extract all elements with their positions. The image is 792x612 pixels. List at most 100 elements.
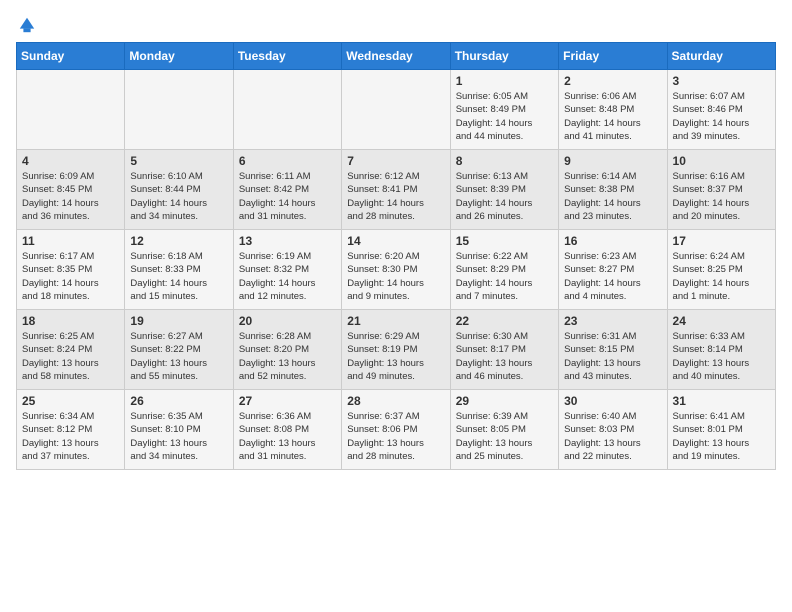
day-info: Sunrise: 6:37 AM Sunset: 8:06 PM Dayligh… [347,410,444,463]
day-number: 4 [22,154,119,168]
day-info: Sunrise: 6:18 AM Sunset: 8:33 PM Dayligh… [130,250,227,303]
day-number: 11 [22,234,119,248]
day-info: Sunrise: 6:40 AM Sunset: 8:03 PM Dayligh… [564,410,661,463]
day-info: Sunrise: 6:06 AM Sunset: 8:48 PM Dayligh… [564,90,661,143]
column-header-friday: Friday [559,43,667,70]
day-number: 15 [456,234,553,248]
day-number: 18 [22,314,119,328]
day-info: Sunrise: 6:23 AM Sunset: 8:27 PM Dayligh… [564,250,661,303]
day-info: Sunrise: 6:36 AM Sunset: 8:08 PM Dayligh… [239,410,336,463]
day-info: Sunrise: 6:17 AM Sunset: 8:35 PM Dayligh… [22,250,119,303]
day-info: Sunrise: 6:20 AM Sunset: 8:30 PM Dayligh… [347,250,444,303]
day-info: Sunrise: 6:05 AM Sunset: 8:49 PM Dayligh… [456,90,553,143]
calendar-cell: 22Sunrise: 6:30 AM Sunset: 8:17 PM Dayli… [450,310,558,390]
day-info: Sunrise: 6:30 AM Sunset: 8:17 PM Dayligh… [456,330,553,383]
day-number: 2 [564,74,661,88]
calendar-cell: 1 Sunrise: 6:05 AM Sunset: 8:49 PM Daylig… [450,70,558,150]
day-number: 13 [239,234,336,248]
calendar-week-row: 18 Sunrise: 6:25 AM Sunset: 8:24 PM Dayli… [17,310,776,390]
day-info: Sunrise: 6:19 AM Sunset: 8:32 PM Dayligh… [239,250,336,303]
calendar-cell: 11 Sunrise: 6:17 AM Sunset: 8:35 PM Dayli… [17,230,125,310]
calendar-header-row: SundayMondayTuesdayWednesdayThursdayFrid… [17,43,776,70]
column-header-wednesday: Wednesday [342,43,450,70]
day-info: Sunrise: 6:22 AM Sunset: 8:29 PM Dayligh… [456,250,553,303]
day-number: 29 [456,394,553,408]
column-header-saturday: Saturday [667,43,775,70]
column-header-tuesday: Tuesday [233,43,341,70]
day-number: 10 [673,154,770,168]
calendar-cell: 9Sunrise: 6:14 AM Sunset: 8:38 PM Daylig… [559,150,667,230]
day-info: Sunrise: 6:13 AM Sunset: 8:39 PM Dayligh… [456,170,553,223]
day-info: Sunrise: 6:41 AM Sunset: 8:01 PM Dayligh… [673,410,770,463]
column-header-monday: Monday [125,43,233,70]
day-info: Sunrise: 6:24 AM Sunset: 8:25 PM Dayligh… [673,250,770,303]
calendar-cell: 24Sunrise: 6:33 AM Sunset: 8:14 PM Dayli… [667,310,775,390]
day-number: 23 [564,314,661,328]
calendar-cell: 8 Sunrise: 6:13 AM Sunset: 8:39 PM Daylig… [450,150,558,230]
day-info: Sunrise: 6:07 AM Sunset: 8:46 PM Dayligh… [673,90,770,143]
calendar-cell: 27 Sunrise: 6:36 AM Sunset: 8:08 PM Dayli… [233,390,341,470]
day-number: 3 [673,74,770,88]
calendar-cell: 5 Sunrise: 6:10 AM Sunset: 8:44 PM Daylig… [125,150,233,230]
calendar-cell: 3 Sunrise: 6:07 AM Sunset: 8:46 PM Daylig… [667,70,775,150]
day-info: Sunrise: 6:11 AM Sunset: 8:42 PM Dayligh… [239,170,336,223]
day-number: 7 [347,154,444,168]
day-info: Sunrise: 6:34 AM Sunset: 8:12 PM Dayligh… [22,410,119,463]
day-info: Sunrise: 6:28 AM Sunset: 8:20 PM Dayligh… [239,330,336,383]
calendar-cell [125,70,233,150]
page-header [16,16,776,30]
day-number: 31 [673,394,770,408]
day-number: 14 [347,234,444,248]
day-info: Sunrise: 6:16 AM Sunset: 8:37 PM Dayligh… [673,170,770,223]
day-number: 21 [347,314,444,328]
calendar-cell: 18 Sunrise: 6:25 AM Sunset: 8:24 PM Dayli… [17,310,125,390]
calendar-cell: 23 Sunrise: 6:31 AM Sunset: 8:15 PM Dayli… [559,310,667,390]
logo-icon [18,16,36,34]
day-number: 28 [347,394,444,408]
calendar-cell: 7 Sunrise: 6:12 AM Sunset: 8:41 PM Daylig… [342,150,450,230]
day-number: 19 [130,314,227,328]
calendar-cell: 20 Sunrise: 6:28 AM Sunset: 8:20 PM Dayli… [233,310,341,390]
day-info: Sunrise: 6:31 AM Sunset: 8:15 PM Dayligh… [564,330,661,383]
calendar-cell: 15 Sunrise: 6:22 AM Sunset: 8:29 PM Dayli… [450,230,558,310]
calendar-week-row: 1 Sunrise: 6:05 AM Sunset: 8:49 PM Daylig… [17,70,776,150]
calendar-cell: 17 Sunrise: 6:24 AM Sunset: 8:25 PM Dayli… [667,230,775,310]
day-number: 27 [239,394,336,408]
day-info: Sunrise: 6:39 AM Sunset: 8:05 PM Dayligh… [456,410,553,463]
column-header-thursday: Thursday [450,43,558,70]
calendar-cell: 31 Sunrise: 6:41 AM Sunset: 8:01 PM Dayli… [667,390,775,470]
calendar-week-row: 11 Sunrise: 6:17 AM Sunset: 8:35 PM Dayli… [17,230,776,310]
day-number: 17 [673,234,770,248]
calendar-cell: 16 Sunrise: 6:23 AM Sunset: 8:27 PM Dayli… [559,230,667,310]
day-number: 30 [564,394,661,408]
calendar-cell: 12Sunrise: 6:18 AM Sunset: 8:33 PM Dayli… [125,230,233,310]
day-number: 26 [130,394,227,408]
day-number: 20 [239,314,336,328]
logo [16,16,36,30]
day-number: 1 [456,74,553,88]
day-info: Sunrise: 6:09 AM Sunset: 8:45 PM Dayligh… [22,170,119,223]
calendar-cell: 25Sunrise: 6:34 AM Sunset: 8:12 PM Dayli… [17,390,125,470]
calendar-cell: 29 Sunrise: 6:39 AM Sunset: 8:05 PM Dayli… [450,390,558,470]
calendar-cell: 28 Sunrise: 6:37 AM Sunset: 8:06 PM Dayli… [342,390,450,470]
calendar-cell: 21Sunrise: 6:29 AM Sunset: 8:19 PM Dayli… [342,310,450,390]
day-info: Sunrise: 6:10 AM Sunset: 8:44 PM Dayligh… [130,170,227,223]
calendar-cell: 4 Sunrise: 6:09 AM Sunset: 8:45 PM Daylig… [17,150,125,230]
day-info: Sunrise: 6:12 AM Sunset: 8:41 PM Dayligh… [347,170,444,223]
calendar-table: SundayMondayTuesdayWednesdayThursdayFrid… [16,42,776,470]
calendar-cell: 26 Sunrise: 6:35 AM Sunset: 8:10 PM Dayli… [125,390,233,470]
column-header-sunday: Sunday [17,43,125,70]
calendar-cell [17,70,125,150]
day-number: 16 [564,234,661,248]
day-info: Sunrise: 6:35 AM Sunset: 8:10 PM Dayligh… [130,410,227,463]
day-number: 6 [239,154,336,168]
day-number: 9 [564,154,661,168]
calendar-cell: 6 Sunrise: 6:11 AM Sunset: 8:42 PM Daylig… [233,150,341,230]
day-number: 8 [456,154,553,168]
calendar-cell: 19Sunrise: 6:27 AM Sunset: 8:22 PM Dayli… [125,310,233,390]
day-info: Sunrise: 6:33 AM Sunset: 8:14 PM Dayligh… [673,330,770,383]
calendar-cell: 10 Sunrise: 6:16 AM Sunset: 8:37 PM Dayli… [667,150,775,230]
day-info: Sunrise: 6:25 AM Sunset: 8:24 PM Dayligh… [22,330,119,383]
calendar-cell [233,70,341,150]
day-number: 5 [130,154,227,168]
